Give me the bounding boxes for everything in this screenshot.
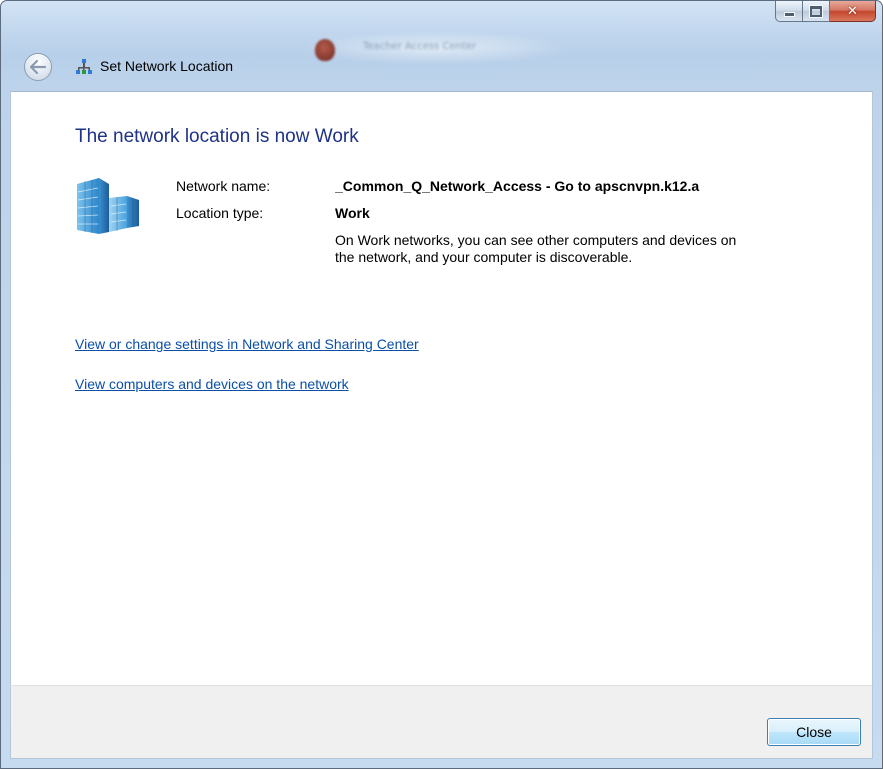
network-name-value: _Common_Q_Network_Access - Go to apscnvp… xyxy=(335,178,700,194)
close-icon: ✕ xyxy=(847,3,858,19)
close-button[interactable]: Close xyxy=(767,718,861,746)
background-app-icon xyxy=(315,39,335,61)
work-network-building-icon xyxy=(77,178,139,234)
close-window-button[interactable]: ✕ xyxy=(830,1,876,22)
page-heading: The network location is now Work xyxy=(75,126,359,147)
command-bar: Close xyxy=(10,685,873,759)
location-type-label: Location type: xyxy=(176,205,264,221)
network-sharing-center-link[interactable]: View or change settings in Network and S… xyxy=(75,336,419,352)
network-name-label: Network name: xyxy=(176,178,271,194)
minimize-button[interactable] xyxy=(775,1,803,22)
back-arrow-icon xyxy=(30,60,46,74)
minimize-icon xyxy=(783,12,795,17)
caption-buttons: ✕ xyxy=(775,1,876,22)
dialog-window: Teacher Access Center ✕ Set Network Loca… xyxy=(0,0,883,769)
maximize-button[interactable] xyxy=(803,1,830,22)
location-type-value: Work xyxy=(335,205,370,221)
back-button[interactable] xyxy=(24,53,52,81)
maximize-icon xyxy=(810,5,822,17)
network-icon xyxy=(76,59,92,74)
view-network-computers-link[interactable]: View computers and devices on the networ… xyxy=(75,376,349,392)
location-description: On Work networks, you can see other comp… xyxy=(335,232,737,265)
background-app-title: Teacher Access Center xyxy=(363,41,477,52)
content-area: The network location is now Work Network… xyxy=(10,91,873,685)
window-title: Set Network Location xyxy=(100,58,234,74)
